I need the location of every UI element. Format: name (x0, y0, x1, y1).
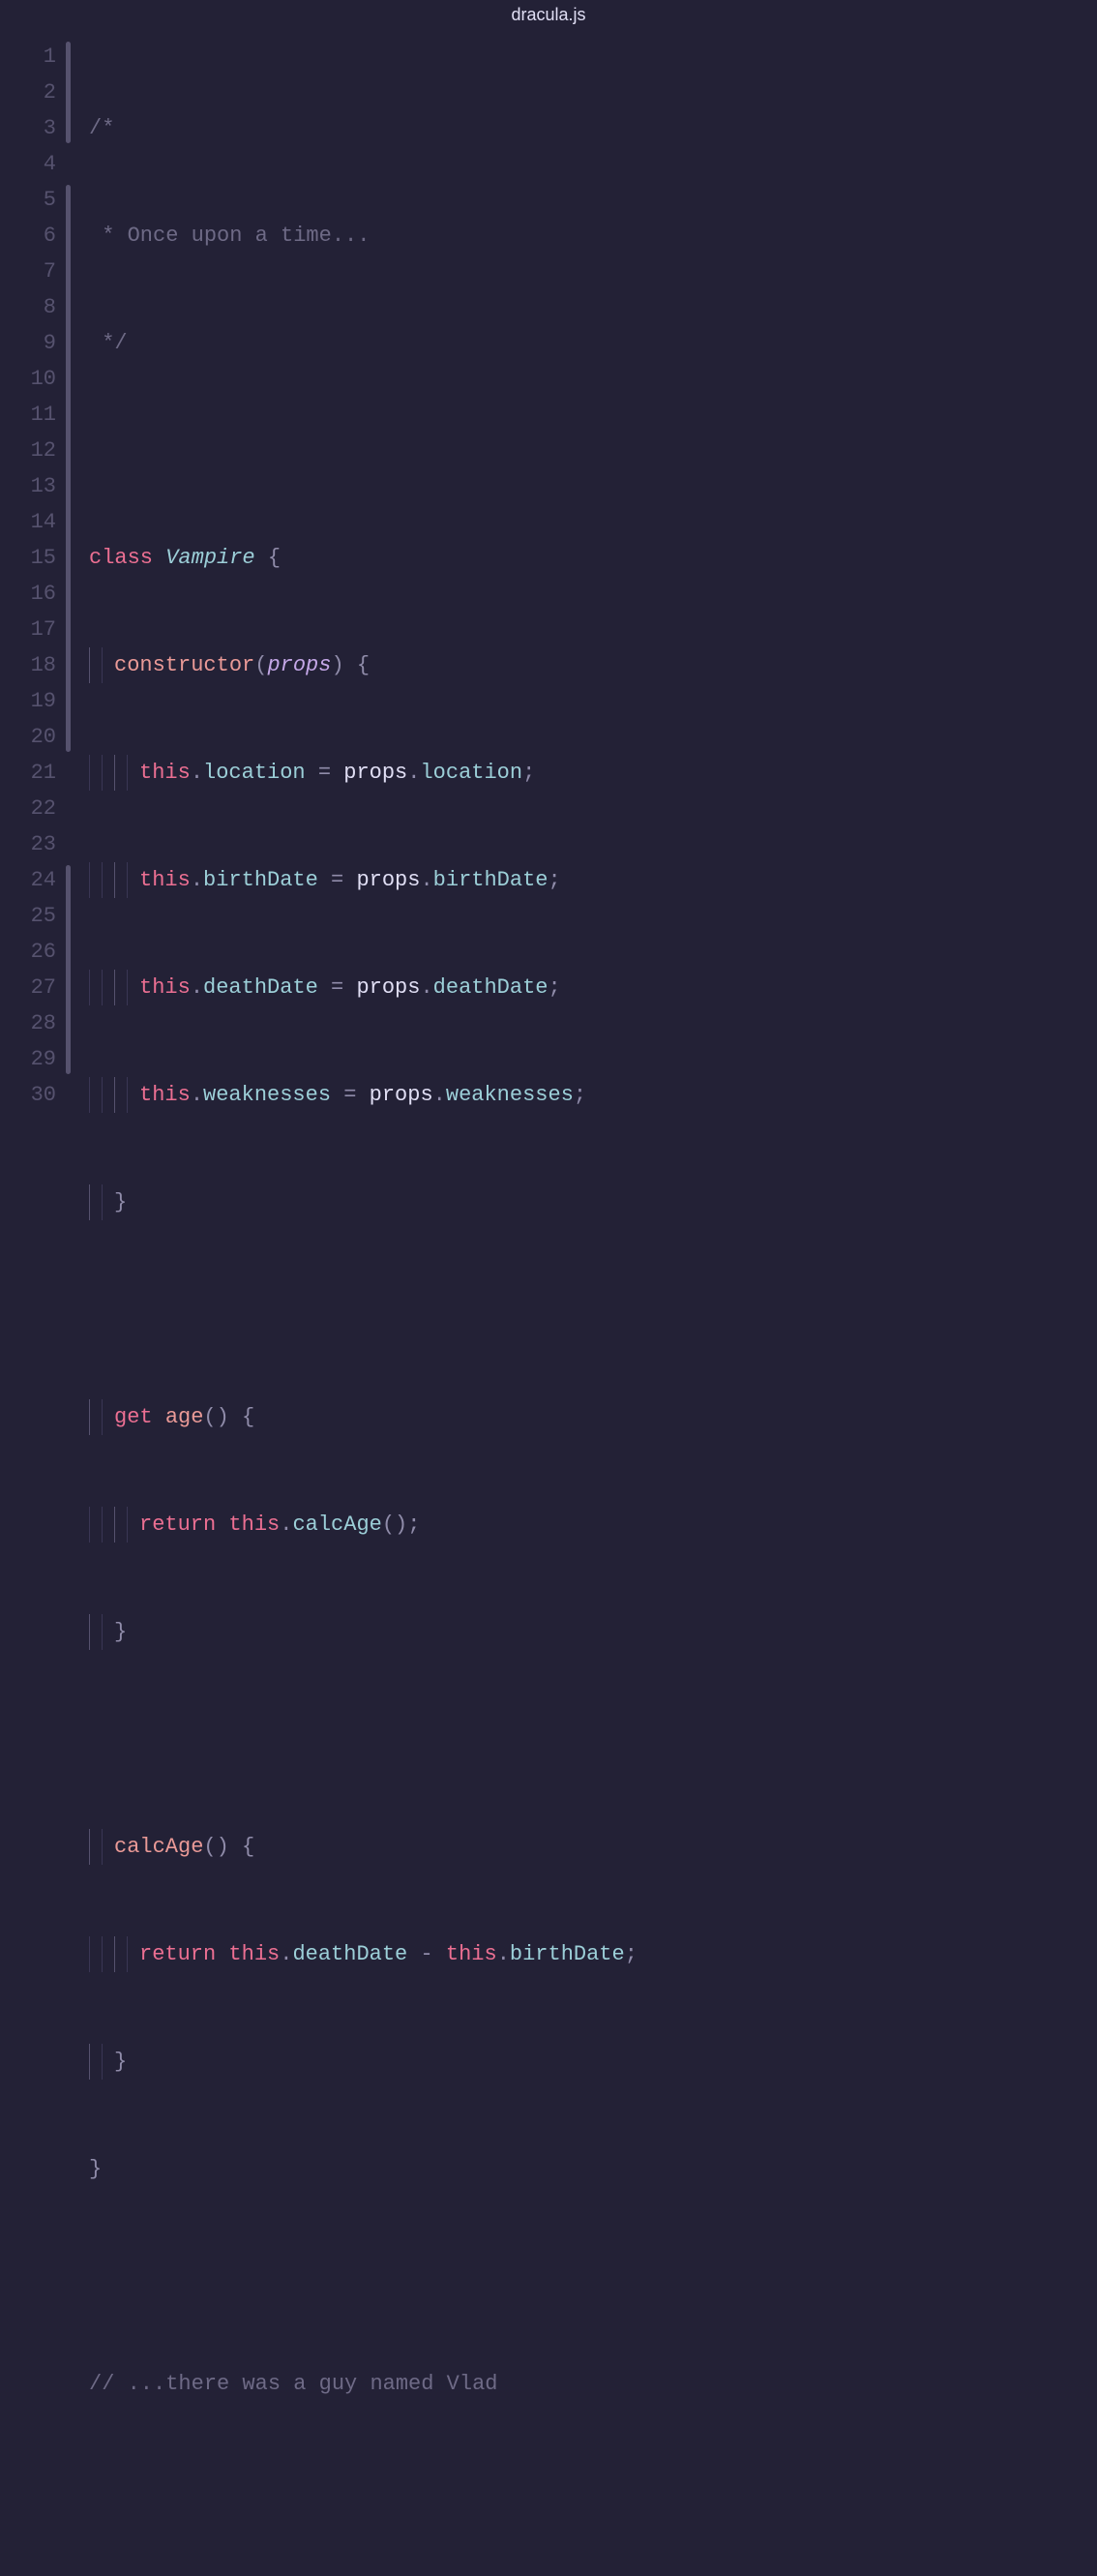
line-number: 12 (0, 433, 60, 468)
comment-text: // ...there was a guy named Vlad (89, 2372, 497, 2396)
line-number: 13 (0, 468, 60, 504)
code-line: this.deathDate = props.deathDate; (89, 970, 637, 1005)
comment-text: * Once upon a time... (89, 224, 370, 248)
line-number: 26 (0, 934, 60, 970)
line-number: 23 (0, 826, 60, 862)
line-number: 6 (0, 218, 60, 254)
code-editor[interactable]: 1234567891011121314151617181920212223242… (0, 33, 1097, 2576)
comment-text: */ (89, 331, 128, 355)
line-number: 14 (0, 504, 60, 540)
code-line: constructor(props) { (89, 647, 637, 683)
code-line: this.location = props.location; (89, 755, 637, 791)
line-number: 17 (0, 612, 60, 647)
line-number: 9 (0, 325, 60, 361)
line-number: 25 (0, 898, 60, 934)
code-line (89, 2473, 637, 2509)
line-number: 28 (0, 1005, 60, 1041)
line-number: 7 (0, 254, 60, 289)
line-number: 20 (0, 719, 60, 755)
code-line: return this.deathDate - this.birthDate; (89, 1936, 637, 1972)
line-number: 27 (0, 970, 60, 1005)
comment-text: /* (89, 116, 114, 140)
fold-indicator[interactable] (66, 1038, 71, 1074)
fold-column[interactable] (66, 39, 79, 2576)
line-number: 5 (0, 182, 60, 218)
line-number: 11 (0, 397, 60, 433)
line-number: 30 (0, 1077, 60, 1113)
code-line: } (89, 2044, 637, 2080)
line-number: 29 (0, 1041, 60, 1077)
code-line: } (89, 1184, 637, 1220)
code-line: * Once upon a time... (89, 218, 637, 254)
code-line: } (89, 1614, 637, 1650)
code-line (89, 1722, 637, 1757)
line-number: 16 (0, 576, 60, 612)
line-number: 21 (0, 755, 60, 791)
code-line: class Vampire { (89, 540, 637, 576)
keyword: class (89, 546, 153, 570)
line-number: 4 (0, 146, 60, 182)
line-number: 3 (0, 110, 60, 146)
code-line (89, 2259, 637, 2294)
parameter: props (267, 653, 331, 677)
line-number: 2 (0, 75, 60, 110)
line-number: 24 (0, 862, 60, 898)
code-line: */ (89, 325, 637, 361)
code-line: // ...there was a guy named Vlad (89, 2366, 637, 2402)
code-line: /* (89, 110, 637, 146)
code-line: return this.calcAge(); (89, 1507, 637, 1543)
line-number-gutter: 1234567891011121314151617181920212223242… (0, 39, 66, 2576)
code-line: calcAge() { (89, 1829, 637, 1865)
keyword-this: this (139, 761, 191, 785)
class-name: Vampire (165, 546, 254, 570)
code-content[interactable]: /* * Once upon a time... */ class Vampir… (79, 39, 637, 2576)
line-number: 10 (0, 361, 60, 397)
file-title: dracula.js (0, 0, 1097, 33)
line-number: 22 (0, 791, 60, 826)
line-number: 19 (0, 683, 60, 719)
code-line: get age() { (89, 1399, 637, 1435)
fold-indicator[interactable] (66, 107, 71, 143)
line-number: 15 (0, 540, 60, 576)
fold-indicator[interactable] (66, 716, 71, 752)
function-name: constructor (114, 653, 254, 677)
code-line: this.birthDate = props.birthDate; (89, 862, 637, 898)
line-number: 8 (0, 289, 60, 325)
line-number: 1 (0, 39, 60, 75)
code-line: } (89, 2151, 637, 2187)
code-line (89, 1292, 637, 1328)
line-number: 18 (0, 647, 60, 683)
code-line: this.weaknesses = props.weaknesses; (89, 1077, 637, 1113)
code-line (89, 433, 637, 468)
